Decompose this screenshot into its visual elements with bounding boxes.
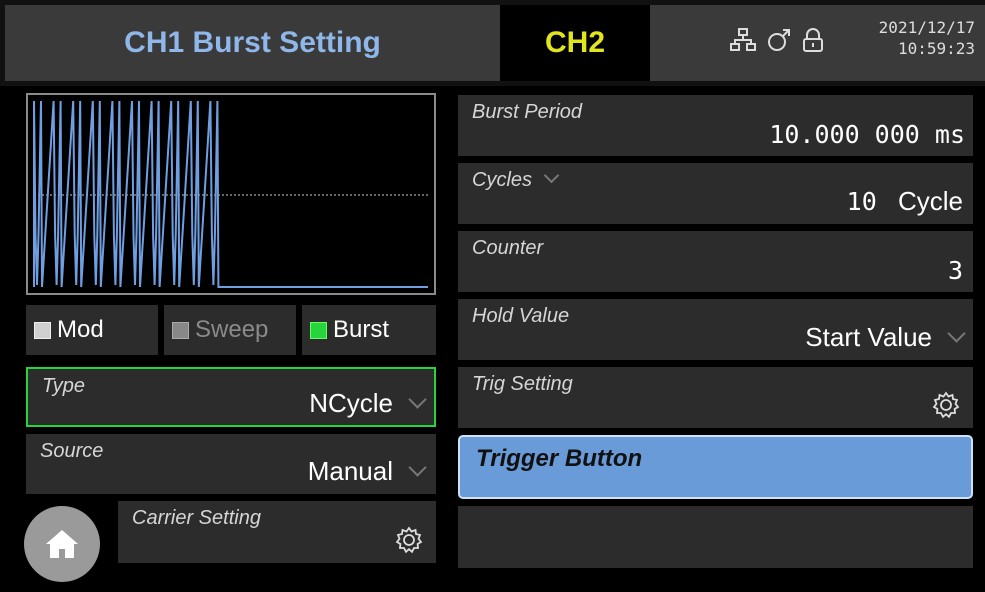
- top-bar: CH1 Burst Setting CH2 2021/12/17 10:59:2…: [0, 0, 985, 86]
- type-setting[interactable]: Type NCycle: [26, 367, 436, 427]
- home-icon: [46, 530, 78, 558]
- burst-checkbox: [310, 321, 327, 339]
- source-value-wrap: Manual: [307, 456, 427, 487]
- trigger-button[interactable]: Trigger Button: [458, 435, 973, 499]
- tab-ch1-burst-setting[interactable]: CH1 Burst Setting: [5, 5, 500, 81]
- waveform-trace: [33, 100, 428, 288]
- hold-value-setting[interactable]: Hold Value Start Value: [458, 299, 973, 360]
- mod-checkbox: [34, 321, 51, 339]
- empty-panel: [458, 506, 973, 568]
- sweep-label: Sweep: [195, 316, 269, 343]
- gear-icon: [395, 526, 423, 554]
- datetime: 2021/12/17 10:59:23: [879, 17, 975, 59]
- cycles-label-wrap: Cycles: [472, 167, 560, 192]
- cycles-label: Cycles: [472, 169, 533, 191]
- source-label: Source: [40, 440, 104, 462]
- status-area: 2021/12/17 10:59:23: [650, 5, 985, 81]
- cycles-value-wrap: 10 Cycle: [847, 186, 963, 217]
- trig-setting[interactable]: Trig Setting: [458, 367, 973, 428]
- tab-ch2-label: CH2: [544, 26, 605, 59]
- tab-ch1-label: CH1 Burst Setting: [124, 26, 381, 59]
- burst-period-value: 10.000 000 ms: [769, 120, 965, 149]
- sweep-button[interactable]: Sweep: [164, 305, 296, 355]
- hold-value-wrap: Start Value: [805, 322, 966, 353]
- mod-button[interactable]: Mod: [26, 305, 158, 355]
- date-text: 2021/12/17: [878, 18, 975, 37]
- source-value: Manual: [307, 456, 393, 486]
- counter-setting[interactable]: Counter 3: [458, 231, 973, 292]
- gear-icon: [932, 391, 960, 419]
- hold-value-label: Hold Value: [472, 305, 570, 327]
- trigger-button-label: Trigger Button: [476, 445, 643, 472]
- chevron-down-icon: [947, 324, 966, 343]
- chevron-down-icon: [408, 390, 427, 409]
- type-value: NCycle: [309, 388, 393, 418]
- type-value-wrap: NCycle: [309, 388, 427, 419]
- burst-label: Burst: [333, 316, 390, 343]
- type-label: Type: [42, 375, 85, 397]
- chevron-down-icon: [543, 167, 560, 184]
- cycles-unit: Cycle: [897, 186, 963, 216]
- link-icon: [768, 29, 790, 51]
- burst-period-setting[interactable]: Burst Period 10.000 000 ms: [458, 95, 973, 156]
- network-icon: [730, 28, 756, 51]
- cycles-setting[interactable]: Cycles 10 Cycle: [458, 163, 973, 224]
- lock-icon: [803, 28, 823, 52]
- source-setting[interactable]: Source Manual: [26, 434, 436, 494]
- mod-label: Mod: [57, 316, 104, 343]
- cycles-value: 10: [846, 187, 877, 216]
- time-text: 10:59:23: [897, 39, 975, 58]
- carrier-label: Carrier Setting: [132, 507, 261, 529]
- sweep-checkbox: [172, 321, 189, 339]
- home-button[interactable]: [24, 506, 100, 582]
- carrier-setting[interactable]: Carrier Setting: [118, 501, 436, 563]
- counter-value: 3: [947, 256, 963, 285]
- app-frame: CH1 Burst Setting CH2 2021/12/17 10:59:2…: [0, 0, 985, 592]
- burst-period-label: Burst Period: [472, 101, 583, 123]
- trig-setting-label: Trig Setting: [472, 373, 573, 395]
- counter-label: Counter: [472, 237, 544, 259]
- burst-button[interactable]: Burst: [302, 305, 436, 355]
- hold-value-value: Start Value: [805, 322, 932, 352]
- waveform-graph: [33, 100, 428, 288]
- chevron-down-icon: [408, 458, 427, 477]
- waveform-preview: [26, 93, 436, 295]
- tab-ch2[interactable]: CH2: [500, 5, 650, 81]
